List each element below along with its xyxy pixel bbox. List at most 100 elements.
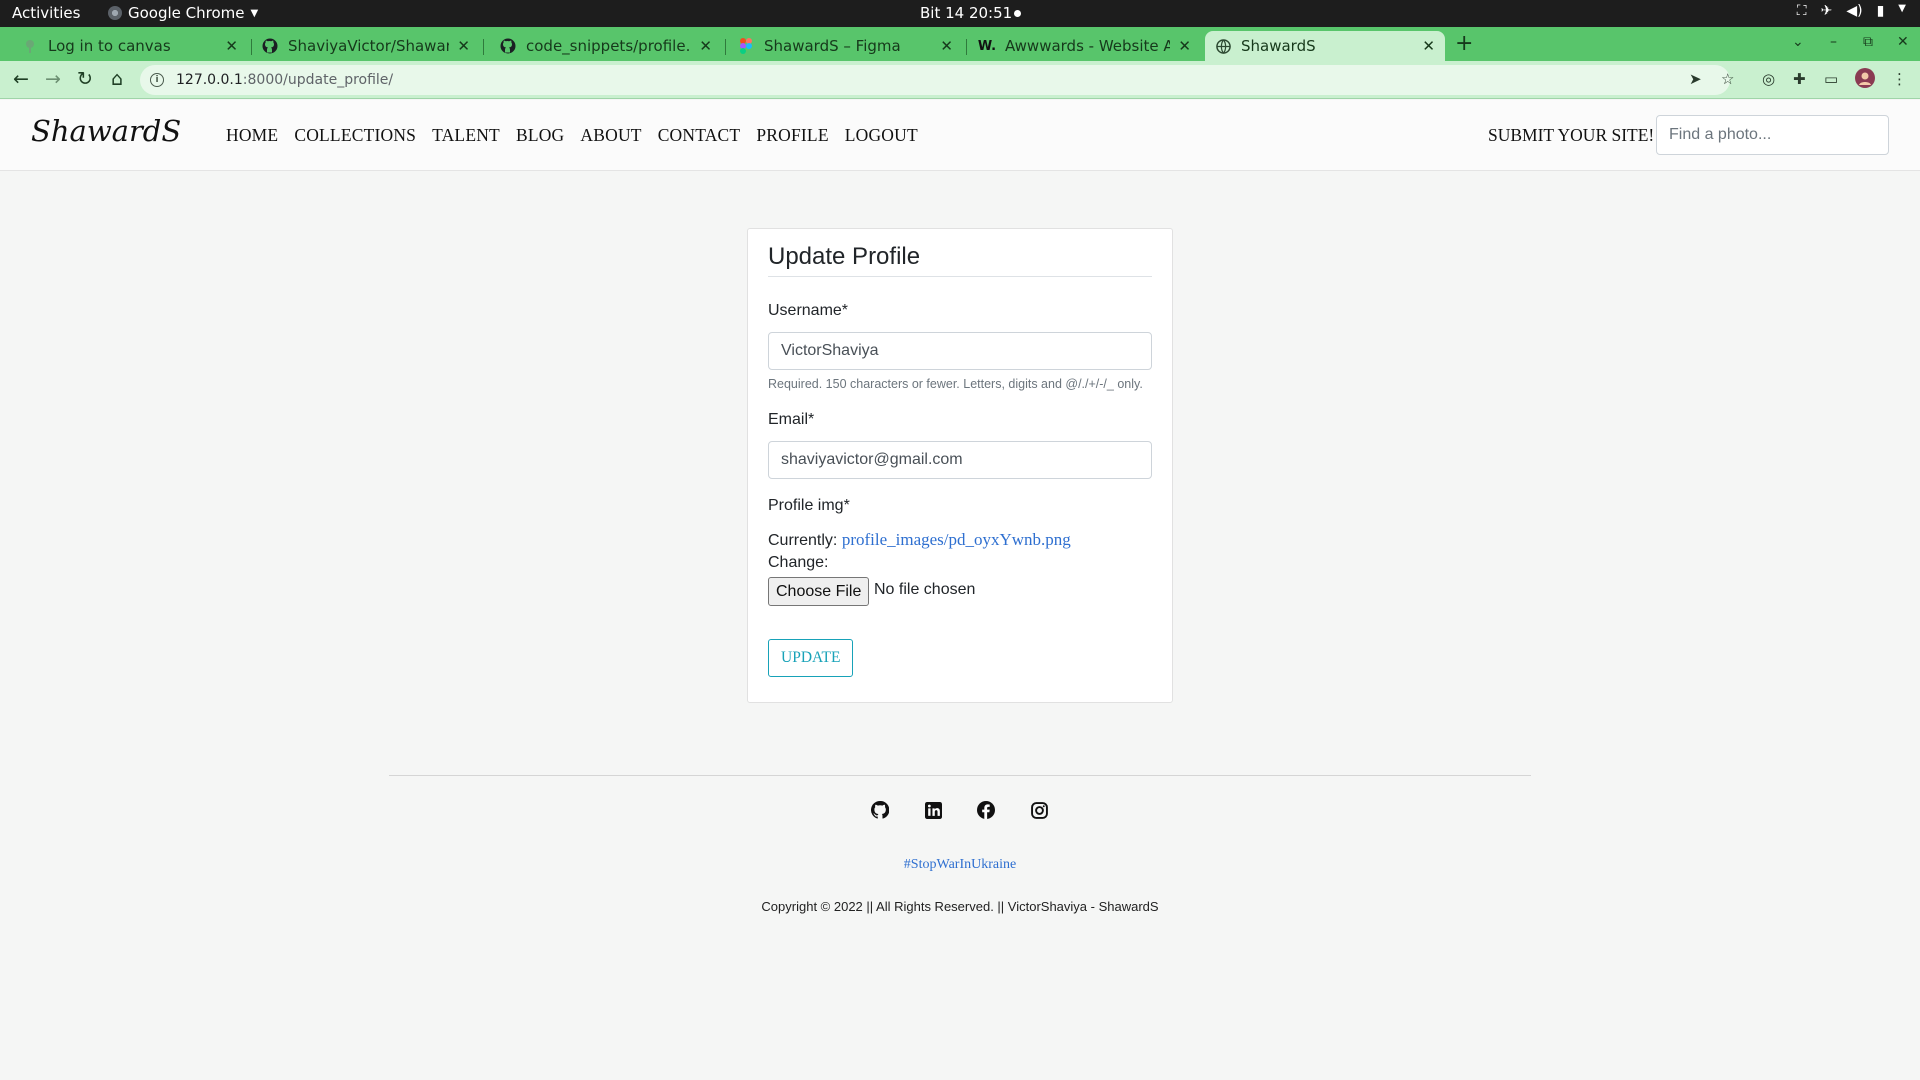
airplane-icon: ✈	[1820, 3, 1833, 19]
close-tab-icon[interactable]: ✕	[1422, 37, 1435, 55]
tab-title: ShaviyaVictor/ShawardS:	[288, 37, 450, 55]
browser-toolbar: ← → ↻ ⌂ i 127.0.0.1:8000/update_profile/…	[0, 61, 1920, 99]
tab-canvas[interactable]: Log in to canvas ✕	[12, 31, 248, 61]
volume-icon: ◀)	[1846, 3, 1863, 19]
username-field[interactable]	[768, 332, 1152, 370]
github-icon	[870, 800, 890, 823]
tab-title: ShawardS	[1241, 37, 1316, 55]
bookmark-star-icon[interactable]: ☆	[1721, 70, 1734, 88]
update-button[interactable]: UPDATE	[768, 639, 854, 677]
linkedin-link[interactable]	[923, 801, 943, 823]
currently-label: Currently:	[768, 532, 838, 549]
tab-github-shawards[interactable]: ShaviyaVictor/ShawardS: ✕	[252, 31, 480, 61]
close-tab-icon[interactable]: ✕	[1178, 37, 1191, 55]
submit-site-link[interactable]: SUBMIT YOUR SITE!	[1488, 125, 1654, 146]
site-logo[interactable]: ShawardS	[31, 114, 181, 148]
copyright-text: Copyright © 2022 || All Rights Reserved.…	[761, 899, 1159, 914]
awwwards-icon: W.	[977, 38, 997, 54]
reload-icon[interactable]: ↻	[73, 68, 97, 90]
cast-icon[interactable]: ▭	[1824, 70, 1838, 88]
caret-down-icon: ▼	[1898, 3, 1906, 14]
github-icon	[500, 38, 516, 54]
tab-search-icon[interactable]: ⌄	[1792, 34, 1804, 50]
nav-contact[interactable]: CONTACT	[658, 125, 741, 146]
tab-awwwards[interactable]: W. Awwwards - Website Awa ✕	[969, 31, 1201, 61]
choose-file-button[interactable]: Choose File	[768, 577, 870, 606]
forward-icon[interactable]: →	[41, 68, 65, 90]
nav-blog[interactable]: BLOG	[516, 125, 564, 146]
chrome-icon	[108, 6, 122, 20]
footer-divider	[389, 775, 1531, 776]
facebook-icon	[977, 801, 995, 823]
username-help-text: Required. 150 characters or fewer. Lette…	[768, 377, 1143, 391]
network-icon: ⛶	[1796, 3, 1807, 19]
nav-collections[interactable]: COLLECTIONS	[294, 125, 416, 146]
close-tab-icon[interactable]: ✕	[225, 37, 238, 55]
address-bar[interactable]: i 127.0.0.1:8000/update_profile/	[140, 65, 1730, 95]
instagram-link[interactable]	[1029, 801, 1049, 823]
extension-icon[interactable]: ◎	[1762, 70, 1775, 88]
nav-profile[interactable]: PROFILE	[756, 125, 828, 146]
caret-down-icon: ▼	[250, 7, 259, 19]
close-window-icon[interactable]: ✕	[1897, 34, 1909, 50]
tab-title: ShawardS – Figma	[764, 37, 901, 55]
profile-img-label: Profile img*	[768, 497, 850, 514]
battery-icon: ▮	[1876, 3, 1885, 19]
avatar[interactable]	[1855, 68, 1875, 92]
clock[interactable]: Bit 14 20:51	[920, 4, 1012, 22]
tab-separator	[966, 39, 967, 55]
facebook-link[interactable]	[976, 801, 996, 823]
photo-search-input[interactable]	[1656, 115, 1889, 155]
canvas-icon	[22, 38, 38, 54]
tab-strip: Log in to canvas ✕ ShaviyaVictor/Shaward…	[0, 27, 1920, 61]
nav-about[interactable]: ABOUT	[580, 125, 641, 146]
send-icon[interactable]: ➤	[1689, 70, 1702, 88]
menu-kebab-icon[interactable]: ⋮	[1892, 70, 1907, 88]
nav-logout[interactable]: LOGOUT	[845, 125, 918, 146]
currently-row: Currently: profile_images/pd_oyxYwnb.png	[768, 530, 1071, 550]
tab-figma[interactable]: ShawardS – Figma ✕	[728, 31, 963, 61]
github-link[interactable]	[870, 800, 890, 823]
title-divider	[768, 276, 1152, 277]
notification-dot-icon	[1014, 10, 1021, 17]
main-nav: HOME COLLECTIONS TALENT BLOG ABOUT CONTA…	[226, 125, 918, 146]
tab-shawards[interactable]: ShawardS ✕	[1205, 31, 1445, 61]
nav-home[interactable]: HOME	[226, 125, 278, 146]
url-path: :8000/update_profile/	[242, 72, 394, 88]
url-text: 127.0.0.1:8000/update_profile/	[176, 72, 393, 88]
close-tab-icon[interactable]: ✕	[699, 37, 712, 55]
app-menu-label: Google Chrome	[128, 4, 245, 22]
figma-icon	[738, 38, 754, 54]
form-title: Update Profile	[768, 243, 921, 270]
close-tab-icon[interactable]: ✕	[457, 37, 470, 55]
github-icon	[262, 38, 278, 54]
no-file-text: No file chosen	[874, 581, 976, 598]
close-tab-icon[interactable]: ✕	[940, 37, 953, 55]
site-info-icon[interactable]: i	[150, 73, 164, 87]
hashtag-link[interactable]: #StopWarInUkraine	[0, 857, 1920, 873]
email-field[interactable]	[768, 441, 1152, 479]
instagram-icon	[1030, 801, 1048, 823]
email-label: Email*	[768, 411, 815, 428]
tab-title: Awwwards - Website Awa	[1005, 37, 1171, 55]
tab-separator	[725, 39, 726, 55]
url-host: 127.0.0.1	[176, 72, 243, 88]
linkedin-icon	[924, 801, 942, 823]
back-icon[interactable]: ←	[9, 68, 33, 90]
current-image-link[interactable]: profile_images/pd_oyxYwnb.png	[842, 530, 1071, 549]
puzzle-icon[interactable]: ✚	[1793, 70, 1806, 88]
tab-title: code_snippets/profile.htm	[526, 37, 691, 55]
change-label: Change:	[768, 554, 829, 571]
tab-github-code-snippets[interactable]: code_snippets/profile.htm ✕	[490, 31, 722, 61]
minimize-icon[interactable]: –	[1830, 34, 1837, 50]
home-icon[interactable]: ⌂	[105, 68, 129, 90]
username-label: Username*	[768, 302, 849, 319]
globe-icon	[1215, 38, 1231, 54]
activities-button[interactable]: Activities	[12, 4, 80, 22]
restore-icon[interactable]: ⧉	[1863, 34, 1873, 50]
nav-talent[interactable]: TALENT	[432, 125, 500, 146]
app-menu[interactable]: Google Chrome ▼	[108, 4, 258, 22]
system-tray[interactable]: ⛶ ✈ ◀) ▮ ▼	[1797, 3, 1906, 19]
update-profile-card: Update Profile Username* Required. 150 c…	[747, 228, 1173, 703]
new-tab-button[interactable]: +	[1455, 31, 1473, 56]
